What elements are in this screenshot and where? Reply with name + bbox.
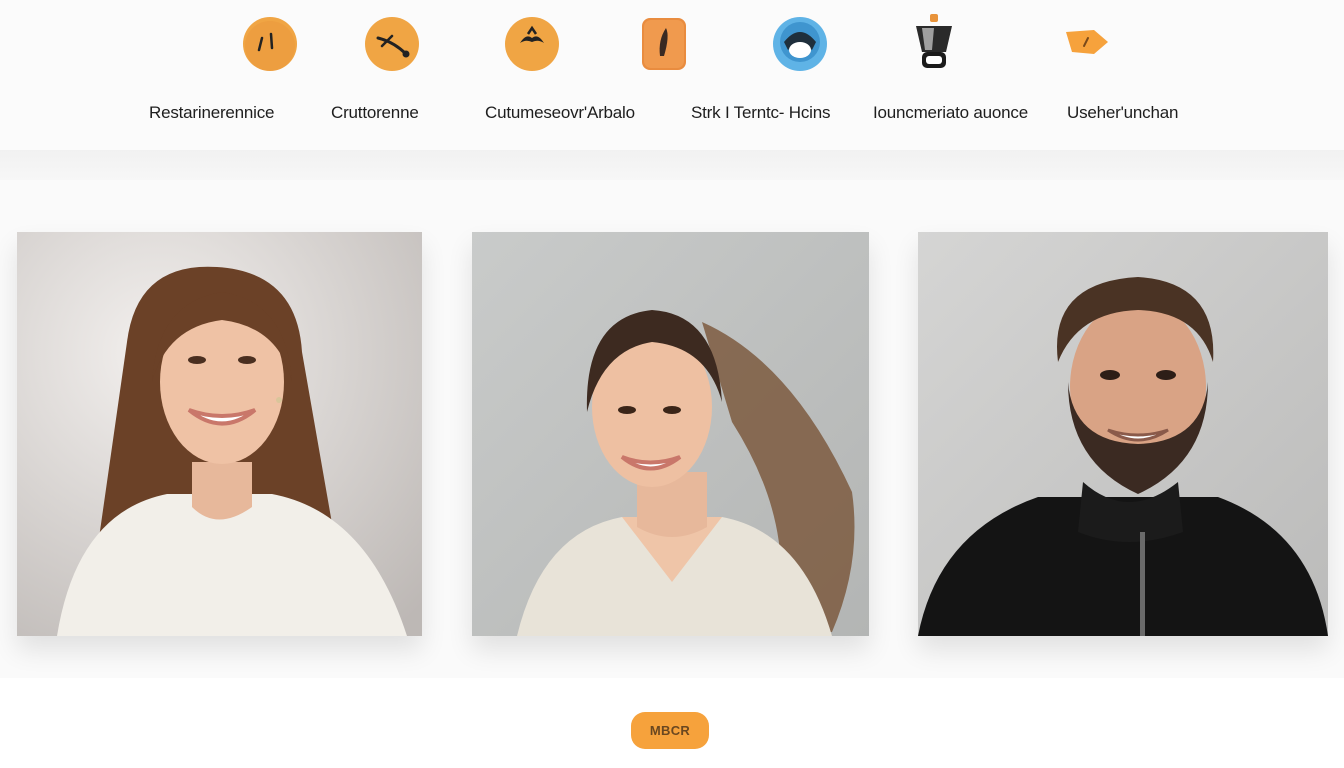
nav-item-label-4[interactable]: Strk I Terntc- Hcins [691,103,830,123]
more-button[interactable]: MBCR [631,712,709,749]
nav-item-label-2[interactable]: Cruttorenne [331,103,419,123]
portrait-photo-woman-long-hair[interactable] [17,232,422,636]
blender-icon[interactable] [910,12,958,72]
nav-item-label-1[interactable]: Restarinerennice [149,103,275,123]
tag-icon[interactable] [1064,26,1112,60]
mustache-face-icon[interactable] [503,16,561,72]
portrait-photo-man-beard[interactable] [918,232,1328,636]
portrait-photo-woman-ponytail[interactable] [472,232,869,636]
nav-item-label-6[interactable]: Useher'unchan [1067,103,1178,123]
section-divider [0,150,1344,180]
nav-item-label-3[interactable]: Cutumeseovr'Arbalo [485,103,635,123]
tools-icon[interactable] [364,16,422,72]
feather-tag-icon[interactable] [640,16,688,72]
headset-icon[interactable] [772,16,830,72]
nav-item-label-5[interactable]: Iouncmeriato auonce [873,103,1028,123]
smiley-face-icon[interactable] [241,16,299,72]
